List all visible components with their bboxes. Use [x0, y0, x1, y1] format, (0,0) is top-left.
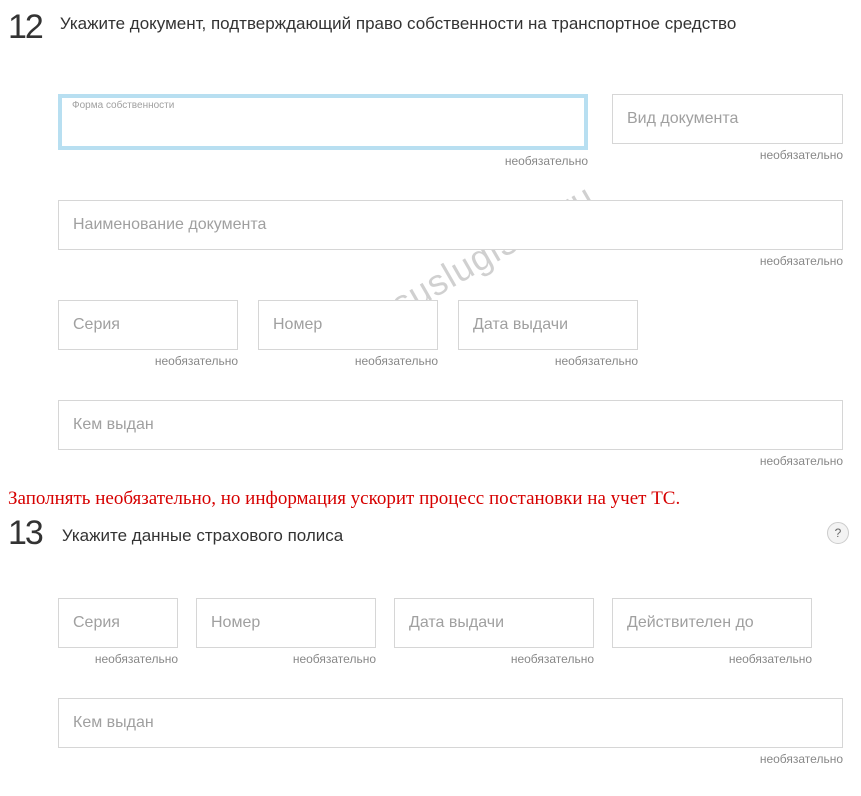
doc-type-optional: необязательно: [612, 148, 843, 162]
s12-number-optional: необязательно: [258, 354, 438, 368]
s13-issue-date-optional: необязательно: [394, 652, 594, 666]
ownership-form-optional: необязательно: [58, 154, 588, 168]
ownership-form-input[interactable]: [58, 94, 588, 150]
annotation-note: Заполнять необязательно, но информация у…: [8, 488, 853, 510]
section-13: 13 Укажите данные страхового полиса ? не…: [8, 516, 853, 766]
s13-number-input[interactable]: [196, 598, 376, 648]
s13-valid-until-optional: необязательно: [612, 652, 812, 666]
row-ownership-doctype: Форма собственности необязательно необяз…: [58, 94, 843, 168]
s12-series-input[interactable]: [58, 300, 238, 350]
section-13-number: 13: [8, 516, 42, 550]
doc-name-optional: необязательно: [58, 254, 843, 268]
section-12-title: Укажите документ, подтверждающий право с…: [60, 12, 736, 36]
section-13-header: 13 Укажите данные страхового полиса ?: [8, 516, 853, 550]
s13-number-optional: необязательно: [196, 652, 376, 666]
section-13-title: Укажите данные страхового полиса: [62, 524, 343, 548]
s12-issued-by-optional: необязательно: [58, 454, 843, 468]
s12-number-input[interactable]: [258, 300, 438, 350]
row-doc-name: необязательно: [58, 200, 843, 268]
s13-series-input[interactable]: [58, 598, 178, 648]
section-12-header: 12 Укажите документ, подтверждающий прав…: [8, 10, 853, 44]
row-s13-issued-by: необязательно: [58, 698, 843, 766]
row-s13-four: необязательно необязательно необязательн…: [58, 598, 843, 666]
s13-series-optional: необязательно: [58, 652, 178, 666]
doc-name-input[interactable]: [58, 200, 843, 250]
row-s12-issued-by: необязательно: [58, 400, 843, 468]
section-12: 12 Укажите документ, подтверждающий прав…: [8, 10, 853, 468]
row-series-number-date: необязательно необязательно необязательн…: [58, 300, 843, 368]
section-12-number: 12: [8, 10, 42, 44]
doc-type-input[interactable]: [612, 94, 843, 144]
s12-issue-date-optional: необязательно: [458, 354, 638, 368]
s12-issue-date-input[interactable]: [458, 300, 638, 350]
s13-valid-until-input[interactable]: [612, 598, 812, 648]
s13-issue-date-input[interactable]: [394, 598, 594, 648]
s13-issued-by-input[interactable]: [58, 698, 843, 748]
help-icon[interactable]: ?: [827, 522, 849, 544]
s13-issued-by-optional: необязательно: [58, 752, 843, 766]
s12-series-optional: необязательно: [58, 354, 238, 368]
s12-issued-by-input[interactable]: [58, 400, 843, 450]
